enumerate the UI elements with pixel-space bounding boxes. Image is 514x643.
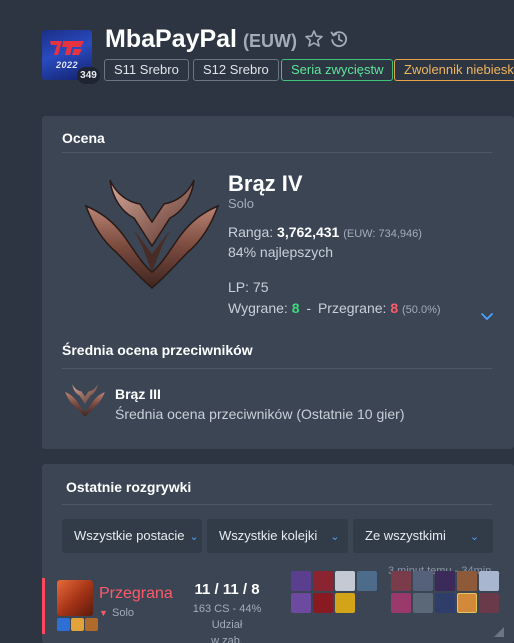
rating-panel: Ocena Brąz IV Solo Ranga: 3,762,431 (EUW… (42, 116, 514, 449)
separator: - (306, 300, 312, 316)
enemy-champion-icon[interactable] (391, 593, 411, 613)
summoner-spell-icon (57, 618, 70, 631)
history-icon[interactable] (329, 29, 349, 49)
profile-header: 2022 349 MbaPayPal (EUW) S11 Srebro S12 … (0, 0, 514, 100)
caret-down-icon: ⌄ (469, 531, 480, 543)
tag-blue-side: Zwolennik niebieskiej strony (394, 59, 514, 81)
filter-players[interactable]: Ze wszystkimi ⌄ (353, 519, 493, 553)
item-icon[interactable] (291, 593, 311, 613)
match-row[interactable]: Przegrana ▼ Solo 11 / 11 / 8 163 CS - 44… (42, 571, 514, 643)
bronze-emblem-icon (84, 179, 220, 289)
ally-champion-icon[interactable] (457, 571, 477, 591)
bronze-emblem-small-icon (65, 384, 105, 417)
recent-games-title: Ostatnie rozgrywki (66, 479, 192, 495)
rune-icon (85, 618, 98, 631)
ladder-rank-region: (EUW: 734,946) (343, 228, 422, 240)
tag-win-streak: Seria zwycięstw (281, 59, 394, 81)
match-queue: Solo (112, 607, 135, 619)
filter-champions-label: Wszystkie postacie (74, 528, 185, 543)
filter-champions[interactable]: Wszystkie postacie ⌄ (62, 519, 202, 553)
star-icon[interactable] (304, 29, 324, 49)
losses-label: Przegrane: (317, 300, 387, 316)
avg-opponents-desc: Średnia ocena przeciwników (Ostatnie 10 … (115, 406, 405, 422)
region-label: (EUW) (243, 31, 297, 51)
item-icon[interactable] (313, 571, 333, 591)
level-badge: 349 (77, 67, 100, 84)
ally-champion-icon[interactable] (435, 571, 455, 591)
ally-champion-icon[interactable] (413, 571, 433, 591)
champion-portrait[interactable] (57, 580, 93, 616)
losses-count: 8 (390, 300, 399, 316)
win-rate: (50.0%) (402, 304, 441, 316)
item-icon[interactable] (335, 593, 355, 613)
lp-down-icon: ▼ (99, 608, 108, 618)
rank-tier: Brąz IV (228, 171, 303, 196)
summoner-name: MbaPayPal (105, 25, 238, 53)
recent-games-panel: Ostatnie rozgrywki Wszystkie postacie ⌄ W… (42, 464, 514, 643)
divider (62, 368, 492, 369)
chevron-down-icon[interactable] (480, 312, 494, 322)
item-icon[interactable] (313, 593, 333, 613)
ally-champion-icon[interactable] (479, 571, 499, 591)
summoner-spell-icon (71, 618, 84, 631)
team-logo-icon (50, 41, 84, 55)
enemy-champion-icon[interactable] (479, 593, 499, 613)
tag-season-11: S11 Srebro (104, 59, 189, 81)
item-icon[interactable] (357, 571, 377, 591)
divider (62, 504, 492, 505)
filter-queues-label: Wszystkie kolejki (219, 528, 318, 543)
creep-score: 163 CS - 44% Udział w zab. (177, 601, 277, 643)
league-points: LP: 75 (228, 279, 269, 295)
rank-percentile: 84% najlepszych (228, 244, 334, 260)
rank-queue: Solo (228, 196, 255, 211)
divider (62, 152, 492, 153)
ally-champion-icon[interactable] (391, 571, 411, 591)
caret-down-icon: ⌄ (330, 531, 340, 543)
loss-indicator (42, 578, 45, 634)
enemy-champion-icon[interactable] (435, 593, 455, 613)
kda: 11 / 11 / 8 (194, 581, 260, 598)
avg-opponents-title: Średnia ocena przeciwników (62, 342, 253, 358)
filter-queues[interactable]: Wszystkie kolejki ⌄ (207, 519, 348, 553)
ladder-rank-value: 3,762,431 (277, 224, 340, 240)
caret-down-icon: ⌄ (189, 531, 199, 543)
creep-score-line: 163 CS - 44% Udział (192, 603, 262, 631)
item-icon[interactable] (291, 571, 311, 591)
tag-season-12: S12 Srebro (193, 59, 279, 81)
signal-icon (494, 627, 504, 637)
kill-participation-line: w zab. (211, 635, 243, 643)
wins-label: Wygrane: (228, 300, 288, 316)
win-loss-line: Wygrane: 8 - Przegrane: 8 (50.0%) (228, 300, 441, 316)
wins-count: 8 (291, 300, 300, 316)
enemy-champion-icon[interactable] (413, 593, 433, 613)
match-result: Przegrana (99, 585, 173, 602)
enemy-champion-icon[interactable] (457, 593, 477, 613)
ladder-rank: Ranga: 3,762,431 (EUW: 734,946) (228, 224, 422, 240)
rating-title: Ocena (62, 130, 105, 146)
filter-players-label: Ze wszystkimi (365, 528, 446, 543)
avg-opponents-rank: Brąz III (115, 386, 161, 402)
item-icon[interactable] (335, 571, 355, 591)
ladder-rank-label: Ranga: (228, 224, 274, 240)
